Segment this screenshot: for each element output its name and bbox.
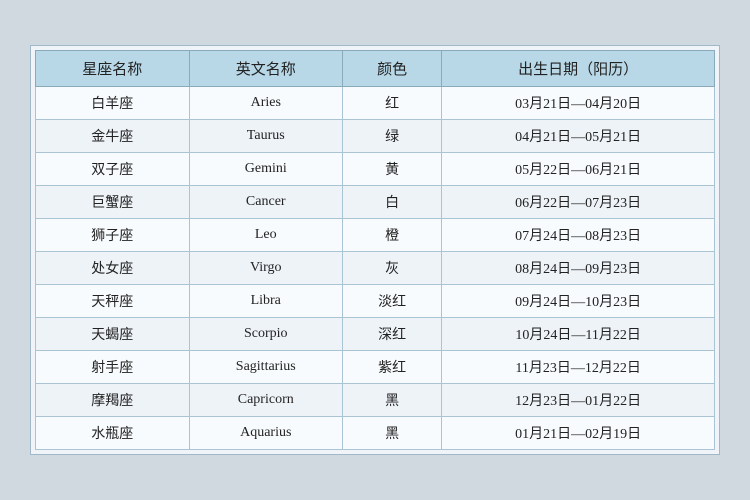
cell-dates: 08月24日—09月23日 — [442, 252, 715, 285]
header-dates: 出生日期（阳历） — [442, 51, 715, 87]
cell-color: 红 — [343, 87, 442, 120]
cell-english-name: Gemini — [189, 153, 343, 186]
table-row: 白羊座Aries红03月21日—04月20日 — [36, 87, 715, 120]
cell-dates: 04月21日—05月21日 — [442, 120, 715, 153]
cell-dates: 06月22日—07月23日 — [442, 186, 715, 219]
cell-chinese-name: 射手座 — [36, 351, 190, 384]
table-row: 摩羯座Capricorn黑12月23日—01月22日 — [36, 384, 715, 417]
cell-chinese-name: 双子座 — [36, 153, 190, 186]
cell-color: 白 — [343, 186, 442, 219]
cell-color: 绿 — [343, 120, 442, 153]
cell-color: 黄 — [343, 153, 442, 186]
cell-dates: 05月22日—06月21日 — [442, 153, 715, 186]
table-row: 巨蟹座Cancer白06月22日—07月23日 — [36, 186, 715, 219]
cell-chinese-name: 天蝎座 — [36, 318, 190, 351]
cell-english-name: Aquarius — [189, 417, 343, 450]
cell-chinese-name: 狮子座 — [36, 219, 190, 252]
cell-chinese-name: 巨蟹座 — [36, 186, 190, 219]
zodiac-table: 星座名称 英文名称 颜色 出生日期（阳历） 白羊座Aries红03月21日—04… — [35, 50, 715, 450]
cell-color: 灰 — [343, 252, 442, 285]
cell-english-name: Libra — [189, 285, 343, 318]
cell-english-name: Scorpio — [189, 318, 343, 351]
cell-chinese-name: 白羊座 — [36, 87, 190, 120]
cell-english-name: Virgo — [189, 252, 343, 285]
cell-dates: 07月24日—08月23日 — [442, 219, 715, 252]
cell-chinese-name: 处女座 — [36, 252, 190, 285]
cell-color: 黑 — [343, 384, 442, 417]
cell-color: 淡红 — [343, 285, 442, 318]
cell-dates: 09月24日—10月23日 — [442, 285, 715, 318]
cell-english-name: Capricorn — [189, 384, 343, 417]
cell-dates: 10月24日—11月22日 — [442, 318, 715, 351]
table-body: 白羊座Aries红03月21日—04月20日金牛座Taurus绿04月21日—0… — [36, 87, 715, 450]
table-header-row: 星座名称 英文名称 颜色 出生日期（阳历） — [36, 51, 715, 87]
header-chinese-name: 星座名称 — [36, 51, 190, 87]
table-row: 金牛座Taurus绿04月21日—05月21日 — [36, 120, 715, 153]
cell-chinese-name: 金牛座 — [36, 120, 190, 153]
cell-english-name: Aries — [189, 87, 343, 120]
cell-english-name: Sagittarius — [189, 351, 343, 384]
cell-dates: 12月23日—01月22日 — [442, 384, 715, 417]
cell-chinese-name: 天秤座 — [36, 285, 190, 318]
cell-chinese-name: 水瓶座 — [36, 417, 190, 450]
table-row: 处女座Virgo灰08月24日—09月23日 — [36, 252, 715, 285]
table-row: 天蝎座Scorpio深红10月24日—11月22日 — [36, 318, 715, 351]
cell-color: 深红 — [343, 318, 442, 351]
cell-english-name: Taurus — [189, 120, 343, 153]
table-row: 双子座Gemini黄05月22日—06月21日 — [36, 153, 715, 186]
header-english-name: 英文名称 — [189, 51, 343, 87]
cell-dates: 03月21日—04月20日 — [442, 87, 715, 120]
cell-color: 黑 — [343, 417, 442, 450]
table-row: 狮子座Leo橙07月24日—08月23日 — [36, 219, 715, 252]
cell-color: 紫红 — [343, 351, 442, 384]
table-row: 射手座Sagittarius紫红11月23日—12月22日 — [36, 351, 715, 384]
cell-dates: 11月23日—12月22日 — [442, 351, 715, 384]
cell-english-name: Cancer — [189, 186, 343, 219]
cell-color: 橙 — [343, 219, 442, 252]
table-row: 水瓶座Aquarius黑01月21日—02月19日 — [36, 417, 715, 450]
cell-english-name: Leo — [189, 219, 343, 252]
zodiac-table-wrapper: 星座名称 英文名称 颜色 出生日期（阳历） 白羊座Aries红03月21日—04… — [30, 45, 720, 455]
header-color: 颜色 — [343, 51, 442, 87]
cell-chinese-name: 摩羯座 — [36, 384, 190, 417]
table-row: 天秤座Libra淡红09月24日—10月23日 — [36, 285, 715, 318]
cell-dates: 01月21日—02月19日 — [442, 417, 715, 450]
